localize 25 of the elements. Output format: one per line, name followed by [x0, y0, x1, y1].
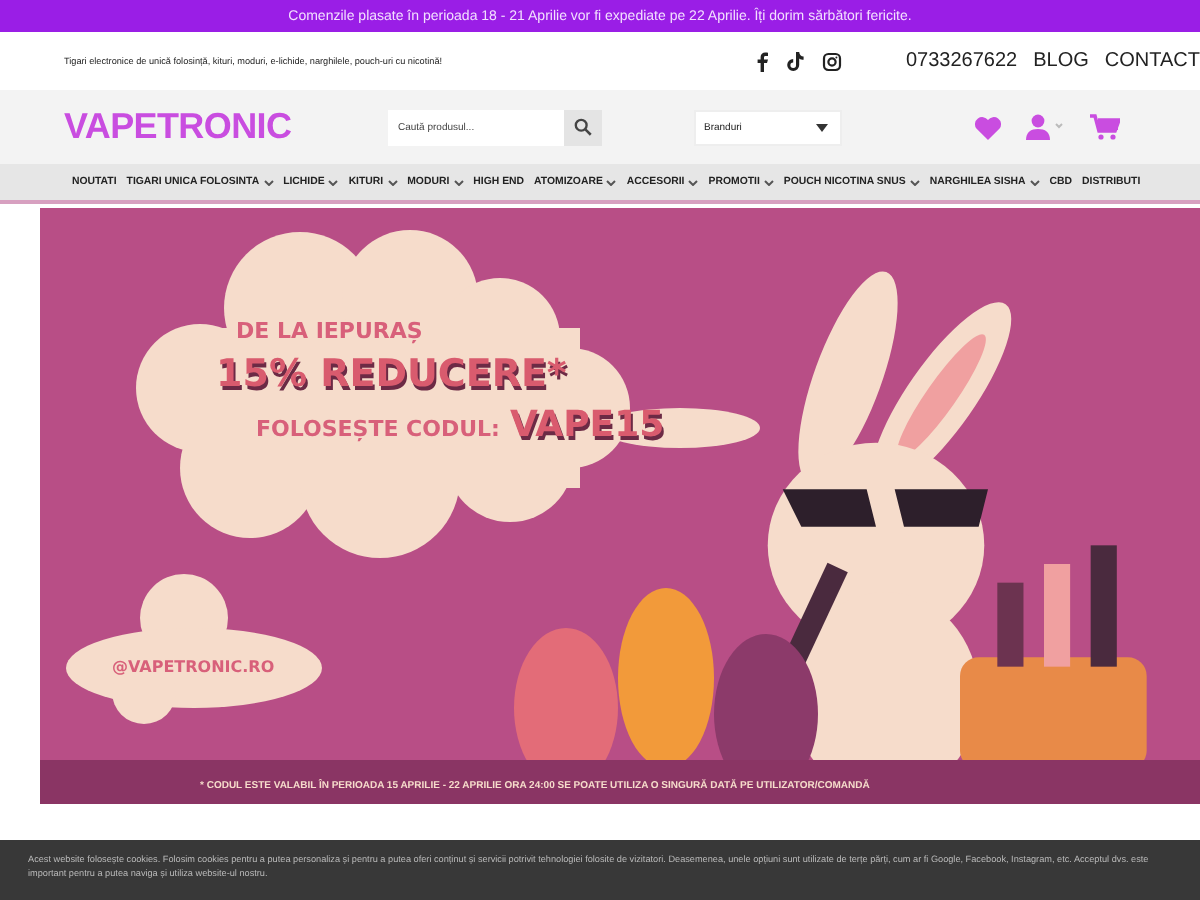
- top-link[interactable]: BLOG: [1033, 50, 1089, 72]
- promo-code: VAPE15: [509, 404, 665, 446]
- user-icon[interactable]: [1026, 114, 1066, 140]
- caret-icon[interactable]: [606, 179, 617, 185]
- phone-number[interactable]: 0733267622: [905, 50, 1018, 72]
- search-icon[interactable]: [573, 118, 592, 136]
- banner-code-label: FOLOSEȘTE CODUL:: [256, 416, 500, 442]
- caret-icon[interactable]: [453, 179, 464, 185]
- caret-icon[interactable]: [1029, 179, 1040, 185]
- facebook-icon[interactable]: [756, 51, 768, 71]
- banner-subtitle: DE LA IEPURAȘ: [236, 318, 425, 344]
- instagram-icon[interactable]: [822, 51, 842, 71]
- caret-icon[interactable]: [328, 179, 339, 185]
- cart-icon[interactable]: [1090, 114, 1120, 140]
- caret-icon[interactable]: [909, 179, 920, 185]
- caret-icon[interactable]: [387, 179, 398, 185]
- banner-handle: @VAPETRONIC.RO: [112, 658, 275, 676]
- caret-icon[interactable]: [688, 179, 699, 185]
- caret-icon[interactable]: [763, 179, 774, 185]
- banner-headline: 15% REDUCERE*: [216, 352, 569, 396]
- tiktok-icon[interactable]: [786, 51, 804, 71]
- caret-icon[interactable]: [816, 123, 828, 131]
- caret-icon[interactable]: [263, 179, 274, 185]
- heart-icon[interactable]: [974, 115, 1002, 139]
- top-link[interactable]: CONTACT: [1104, 50, 1200, 72]
